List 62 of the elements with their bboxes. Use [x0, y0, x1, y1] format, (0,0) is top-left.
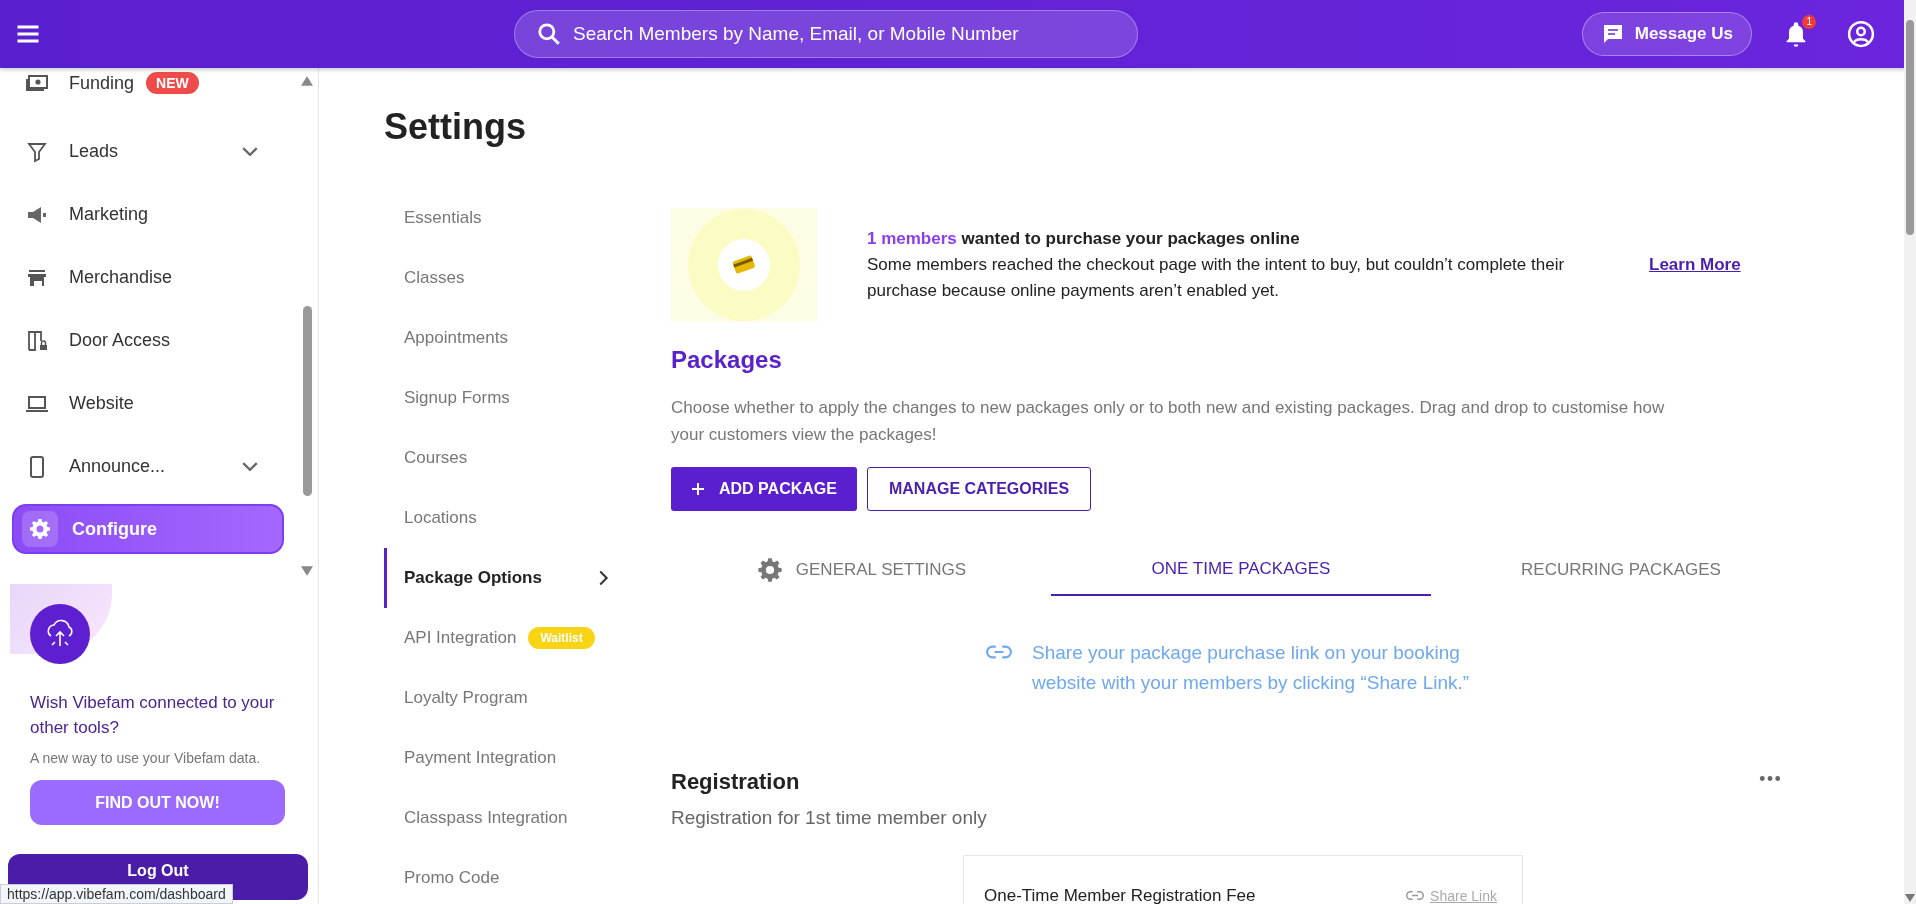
settings-nav-item[interactable]: Classes	[384, 248, 624, 308]
category-subtitle: Registration for 1st time member only	[671, 807, 987, 829]
door-lock-icon	[25, 328, 49, 353]
gear-icon	[28, 517, 52, 541]
find-out-button[interactable]: FIND OUT NOW!	[30, 780, 285, 825]
status-url: https://app.vibefam.com/dashboard	[0, 884, 233, 904]
chevron-down-icon	[242, 147, 258, 156]
notification-badge: 1	[1802, 15, 1816, 29]
settings-nav-item[interactable]: Courses	[384, 428, 624, 488]
link-icon	[1406, 890, 1425, 901]
sidebar-item[interactable]: Leads	[12, 120, 284, 183]
package-card[interactable]: One-Time Member Registration Fee Share Link	[963, 855, 1523, 904]
settings-nav-item[interactable]: API Integration Waitlist	[384, 608, 624, 668]
link-icon	[986, 644, 1012, 660]
add-package-button[interactable]: ADD PACKAGE	[671, 467, 857, 511]
chevron-down-icon	[242, 462, 258, 471]
share-link[interactable]: Share Link	[1406, 887, 1497, 904]
gear-icon	[755, 556, 784, 584]
sidebar-item[interactable]: Door Access	[12, 309, 284, 372]
settings-nav-item[interactable]: Loyalty Program	[384, 668, 624, 728]
settings-nav-item[interactable]: Locations	[384, 488, 624, 548]
cloud-upload-icon	[30, 604, 90, 664]
scroll-down-icon[interactable]	[301, 566, 313, 576]
scroll-down-icon[interactable]	[1905, 894, 1915, 902]
settings-nav-item[interactable]: Appointments	[384, 308, 624, 368]
new-badge: NEW	[146, 72, 199, 94]
search-icon	[536, 21, 562, 47]
tab[interactable]: ONE TIME PACKAGES	[1051, 544, 1431, 596]
message-button[interactable]: Message Us	[1581, 12, 1752, 56]
page-title: Settings	[384, 106, 527, 148]
package-name: One-Time Member Registration Fee	[984, 885, 1256, 904]
share-hint: Share your package purchase link on your booking website with your members by clicking “Share Link.”	[1032, 641, 1471, 695]
account-icon[interactable]	[1846, 19, 1876, 49]
tab[interactable]: RECURRING PACKAGES	[1431, 544, 1811, 596]
sidebar-item[interactable]: Funding NEW	[12, 68, 284, 98]
section-title: Packages	[671, 346, 783, 374]
settings-nav-item[interactable]: Essentials	[384, 188, 624, 248]
settings-nav-item[interactable]: Payment Integration	[384, 728, 624, 788]
sidebar-item[interactable]: Website	[12, 372, 284, 435]
manage-categories-button[interactable]: MANAGE CATEGORIES	[866, 467, 1092, 511]
promo-title: Wish Vibefam connected to your other tools?	[30, 692, 276, 739]
settings-nav-item[interactable]: Classpass Integration	[384, 788, 624, 848]
learn-more-link[interactable]: Learn More	[1649, 255, 1741, 275]
sidebar-item[interactable]: Configure	[12, 504, 284, 554]
sidebar-item[interactable]: Announce...	[12, 435, 284, 498]
settings-nav-item[interactable]: Promo Code	[384, 848, 624, 904]
banner-text: Some members reached the checkout page with the intent to buy, but couldn’t complete their purchase because online payments aren’t enabled yet.	[867, 254, 1566, 302]
scroll-up-icon[interactable]	[301, 76, 313, 86]
plus-icon	[691, 482, 705, 496]
more-icon[interactable]	[1759, 775, 1781, 782]
section-description: Choose whether to apply the changes to new packages only or to both new and existing packages. Drag and drop to customise how your customers view the packages!	[671, 397, 1666, 446]
scrollbar-thumb[interactable]	[303, 306, 312, 496]
sidebar-item[interactable]: Marketing	[12, 183, 284, 246]
settings-nav-item[interactable]: Signup Forms	[384, 368, 624, 428]
tab[interactable]: GENERAL SETTINGS	[671, 544, 1051, 596]
category-title: Registration	[671, 769, 801, 795]
settings-nav-item[interactable]: Package Options	[384, 548, 624, 608]
sidebar-item[interactable]: Merchandise	[12, 246, 284, 309]
scrollbar-thumb[interactable]	[1906, 20, 1914, 235]
promo-text: A new way to use your Vibefam data.	[30, 750, 262, 766]
waitlist-badge: Waitlist	[528, 627, 595, 649]
banner-heading: 1 members wanted to purchase your packages online	[867, 228, 1301, 250]
